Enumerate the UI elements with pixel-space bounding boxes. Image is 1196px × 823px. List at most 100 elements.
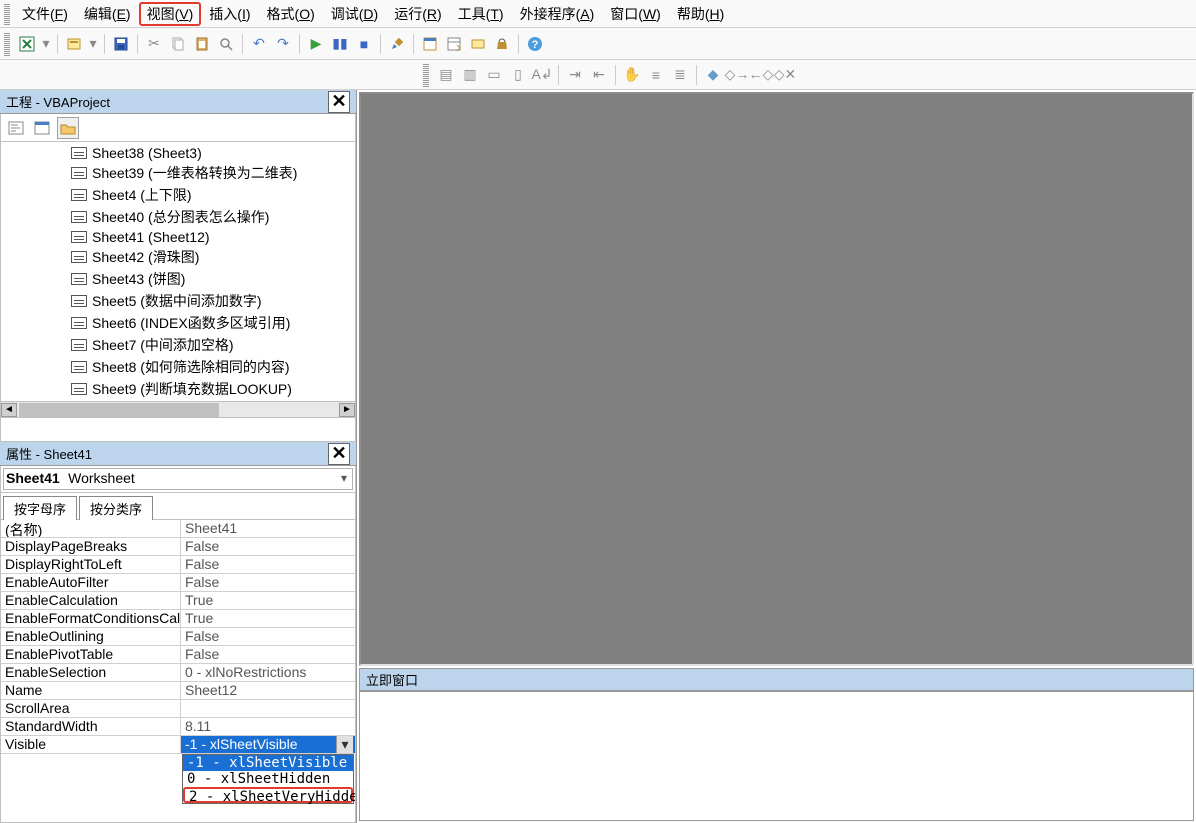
properties-panel-close[interactable]: ✕ [328, 443, 350, 465]
prop-row[interactable]: EnablePivotTableFalse [1, 646, 355, 664]
prop-row[interactable]: NameSheet12 [1, 682, 355, 700]
menu-insert[interactable]: 插入(I) [201, 2, 258, 26]
tree-item[interactable]: Sheet7 (中间添加空格) [1, 334, 355, 356]
quick-info-icon[interactable]: ▭ [483, 64, 505, 86]
panel-splitter[interactable] [0, 418, 356, 442]
prop-val[interactable]: Sheet12 [181, 682, 355, 699]
bookmark-toggle-icon[interactable]: ◆ [702, 64, 724, 86]
prop-row-visible[interactable]: Visible-1 - xlSheetVisible [1, 736, 355, 754]
list-constants-icon[interactable]: ▥ [459, 64, 481, 86]
cut-icon[interactable]: ✂ [143, 33, 165, 55]
redo-icon[interactable]: ↷ [272, 33, 294, 55]
properties-grid[interactable]: (名称)Sheet41 DisplayPageBreaksFalse Displ… [0, 520, 356, 823]
help-icon[interactable]: ? [524, 33, 546, 55]
prop-row[interactable]: EnableAutoFilterFalse [1, 574, 355, 592]
menu-addins[interactable]: 外接程序(A) [512, 2, 603, 26]
scroll-left-icon[interactable]: ◄ [1, 403, 17, 417]
dropdown-arrow-icon[interactable]: ▾ [40, 33, 52, 55]
bookmark-next-icon[interactable]: ◇→ [726, 64, 748, 86]
tree-item[interactable]: Sheet8 (如何筛选除相同的内容) [1, 356, 355, 378]
properties-window-icon[interactable] [443, 33, 465, 55]
scroll-thumb[interactable] [19, 403, 219, 417]
indent-icon[interactable]: ⇥ [564, 64, 586, 86]
bookmark-clear-icon[interactable]: ◇✕ [774, 64, 796, 86]
break-icon[interactable]: ▮▮ [329, 33, 351, 55]
scroll-right-icon[interactable]: ► [339, 403, 355, 417]
project-explorer-icon[interactable] [419, 33, 441, 55]
excel-icon[interactable] [16, 33, 38, 55]
toolbar-grip[interactable] [4, 32, 10, 56]
toolbar-grip[interactable] [423, 63, 429, 87]
prop-val[interactable]: False [181, 538, 355, 555]
menu-file[interactable]: 文件(F) [14, 2, 76, 26]
menubar-grip[interactable] [4, 3, 10, 25]
prop-val[interactable]: False [181, 574, 355, 591]
dropdown-arrow-icon[interactable]: ▾ [87, 33, 99, 55]
comment-block-icon[interactable]: ≡ [645, 64, 667, 86]
dropdown-item-veryhidden[interactable]: 2 - xlSheetVeryHidden [183, 787, 353, 803]
breakpoint-icon[interactable]: ✋ [621, 64, 643, 86]
parameter-info-icon[interactable]: ▯ [507, 64, 529, 86]
uncomment-block-icon[interactable]: ≣ [669, 64, 691, 86]
tree-item[interactable]: Sheet5 (数据中间添加数字) [1, 290, 355, 312]
prop-row[interactable]: EnableFormatConditionsCalculationTrue [1, 610, 355, 628]
tree-hscrollbar[interactable]: ◄ ► [0, 402, 356, 418]
prop-val[interactable]: False [181, 628, 355, 645]
prop-row[interactable]: EnableCalculationTrue [1, 592, 355, 610]
prop-val[interactable]: 8.11 [181, 718, 355, 735]
tree-item[interactable]: Sheet43 (饼图) [1, 268, 355, 290]
view-code-icon[interactable] [5, 117, 27, 139]
menu-window[interactable]: 窗口(W) [602, 2, 669, 26]
menu-debug[interactable]: 调试(D) [323, 2, 386, 26]
menu-format[interactable]: 格式(O) [259, 2, 323, 26]
dropdown-item-hidden[interactable]: 0 - xlSheetHidden [183, 771, 353, 787]
outdent-icon[interactable]: ⇤ [588, 64, 610, 86]
prop-val[interactable]: True [181, 610, 355, 627]
prop-row[interactable]: DisplayPageBreaksFalse [1, 538, 355, 556]
tree-item[interactable]: Sheet41 (Sheet12) [1, 228, 355, 246]
tree-item[interactable]: Sheet9 (判断填充数据LOOKUP) [1, 378, 355, 400]
undo-icon[interactable]: ↶ [248, 33, 270, 55]
tab-alphabetic[interactable]: 按字母序 [3, 496, 77, 520]
tree-item[interactable]: Sheet6 (INDEX函数多区域引用) [1, 312, 355, 334]
prop-row[interactable]: EnableSelection0 - xlNoRestrictions [1, 664, 355, 682]
tree-item[interactable]: Sheet4 (上下限) [1, 184, 355, 206]
prop-row[interactable]: StandardWidth8.11 [1, 718, 355, 736]
copy-icon[interactable] [167, 33, 189, 55]
prop-val[interactable]: Sheet41 [181, 520, 355, 537]
save-icon[interactable] [110, 33, 132, 55]
paste-icon[interactable] [191, 33, 213, 55]
object-browser-icon[interactable] [467, 33, 489, 55]
prop-row[interactable]: ScrollArea [1, 700, 355, 718]
prop-val[interactable] [181, 700, 355, 717]
view-object-icon[interactable] [31, 117, 53, 139]
project-panel-close[interactable]: ✕ [328, 91, 350, 113]
menu-edit[interactable]: 编辑(E) [76, 2, 139, 26]
immediate-window[interactable] [359, 691, 1194, 821]
prop-row[interactable]: DisplayRightToLeftFalse [1, 556, 355, 574]
project-tree[interactable]: Sheet38 (Sheet3) Sheet39 (一维表格转换为二维表) Sh… [0, 142, 356, 402]
prop-val[interactable]: False [181, 646, 355, 663]
prop-val[interactable]: True [181, 592, 355, 609]
tree-item[interactable]: Sheet40 (总分图表怎么操作) [1, 206, 355, 228]
prop-val[interactable]: 0 - xlNoRestrictions [181, 664, 355, 681]
tree-item[interactable]: Sheet42 (滑珠图) [1, 246, 355, 268]
design-mode-icon[interactable] [386, 33, 408, 55]
menu-view[interactable]: 视图(V) [139, 2, 202, 26]
visible-dropdown[interactable]: -1 - xlSheetVisible 0 - xlSheetHidden 2 … [182, 754, 354, 804]
tree-item[interactable]: Sheet38 (Sheet3) [1, 144, 355, 162]
list-properties-icon[interactable]: ▤ [435, 64, 457, 86]
dropdown-item-visible[interactable]: -1 - xlSheetVisible [183, 755, 353, 771]
complete-word-icon[interactable]: A↲ [531, 64, 553, 86]
run-icon[interactable]: ▶ [305, 33, 327, 55]
tree-item[interactable]: Sheet39 (一维表格转换为二维表) [1, 162, 355, 184]
prop-row[interactable]: (名称)Sheet41 [1, 520, 355, 538]
menu-run[interactable]: 运行(R) [386, 2, 449, 26]
tab-categorized[interactable]: 按分类序 [79, 496, 153, 520]
menu-help[interactable]: 帮助(H) [669, 2, 732, 26]
find-icon[interactable] [215, 33, 237, 55]
prop-row[interactable]: EnableOutliningFalse [1, 628, 355, 646]
object-selector[interactable]: Sheet41 Worksheet [3, 468, 353, 490]
bookmark-prev-icon[interactable]: ←◇ [750, 64, 772, 86]
menu-tools[interactable]: 工具(T) [450, 2, 512, 26]
